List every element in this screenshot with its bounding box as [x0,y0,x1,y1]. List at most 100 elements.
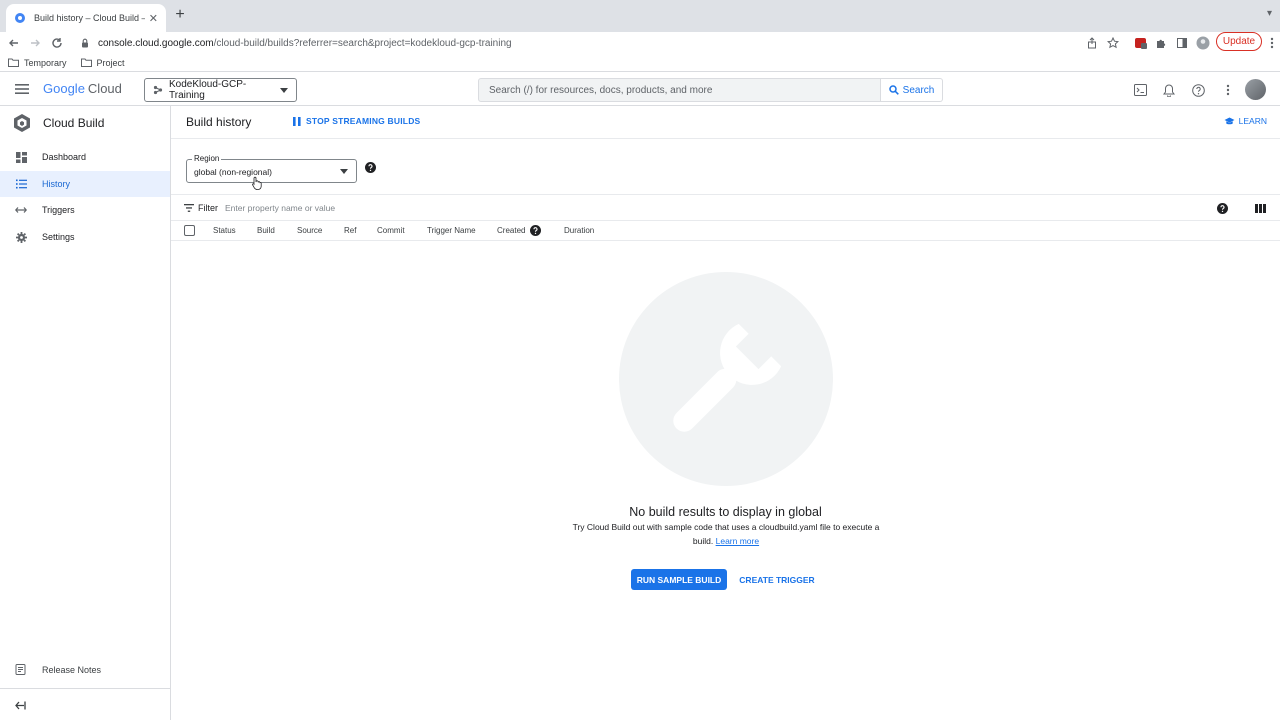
sidebar-item-label: Triggers [42,205,75,215]
reload-icon[interactable] [49,35,65,51]
share-icon[interactable] [1084,35,1100,51]
bookmark-temporary[interactable]: Temporary [8,58,67,68]
chevron-down-icon [340,169,348,174]
logo-cloud: Cloud [87,81,122,96]
nav-divider [0,688,170,689]
browser-toolbar: console.cloud.google.com/cloud-build/bui… [0,32,1280,54]
cloud-build-logo-icon [14,113,30,132]
sidebar-item-dashboard[interactable]: Dashboard [0,144,170,170]
column-display-icon[interactable] [1255,203,1266,214]
column-header-trigger-name[interactable]: Trigger Name [427,226,476,235]
update-button[interactable]: Update [1216,32,1262,51]
release-notes-label: Release Notes [42,665,102,675]
account-avatar[interactable] [1245,79,1266,100]
arrows-icon [15,204,27,216]
cloud-build-favicon [14,12,26,24]
column-header-created[interactable]: Created [497,226,525,235]
google-cloud-logo[interactable]: Google Cloud [43,81,122,96]
side-panel-icon[interactable] [1174,35,1190,51]
create-trigger-button[interactable]: CREATE TRIGGER [737,569,817,590]
learn-more-link[interactable]: Learn more [716,536,759,546]
release-notes-icon [15,664,27,676]
extension-red-icon[interactable] [1133,35,1149,51]
project-hierarchy-icon [153,85,163,95]
gear-icon [15,231,27,243]
new-tab-icon[interactable]: + [172,7,188,23]
region-select[interactable]: Region global (non-regional) [186,154,357,183]
sidebar-item-history[interactable]: History [0,171,170,197]
product-header: Cloud Build [0,106,170,139]
column-header-ref[interactable]: Ref [344,226,356,235]
tab-search-icon[interactable]: ▾ [1267,8,1272,19]
table-header: Status Build Source Ref Commit Trigger N… [171,221,1280,241]
bookmark-label: Temporary [24,57,67,68]
sidebar-item-triggers[interactable]: Triggers [0,197,170,223]
search-button-label: Search [902,84,935,96]
sidebar-item-label: Dashboard [42,152,87,162]
dashboard-icon [15,151,27,163]
run-sample-build-button[interactable]: RUN SAMPLE BUILD [631,569,727,590]
extensions-puzzle-icon[interactable] [1153,35,1169,51]
browser-tab[interactable]: Build history – Cloud Build – K ✕ [6,4,166,32]
page-title: Build history [186,115,252,129]
project-name: KodeKloud-GCP-Training [169,79,247,101]
cloud-shell-icon[interactable] [1132,82,1148,98]
search-icon [888,85,899,95]
empty-state-description: Try Cloud Build out with sample code tha… [569,521,883,548]
search-box[interactable] [478,78,881,102]
forward-icon[interactable] [27,35,43,51]
folder-icon [80,58,92,67]
select-all-checkbox[interactable] [184,225,195,236]
url-path: /cloud-build/builds?referrer=search&proj… [213,37,512,49]
url-host: console.cloud.google.com [98,37,214,49]
browser-menu-icon[interactable] [1264,35,1280,51]
help-icon[interactable] [1190,82,1206,98]
column-header-commit[interactable]: Commit [377,226,405,235]
tab-title: Build history – Cloud Build – K [34,13,145,23]
main-content: Build history STOP STREAMING BUILDS LEAR… [171,106,1280,720]
filter-input[interactable] [225,200,625,216]
column-header-duration[interactable]: Duration [564,226,594,235]
lock-icon [80,38,90,48]
bookmark-project[interactable]: Project [80,57,125,68]
filter-help-icon[interactable] [1217,203,1228,214]
page-header: Build history STOP STREAMING BUILDS LEAR… [171,106,1280,139]
search-input[interactable] [479,79,880,101]
wrench-icon [673,323,782,432]
folder-icon [8,58,19,67]
release-notes-link[interactable]: Release Notes [0,657,170,683]
more-options-icon[interactable] [1220,82,1236,98]
product-title: Cloud Build [43,115,105,130]
learn-button[interactable]: LEARN [1224,116,1267,126]
list-icon [15,178,27,190]
browser-tabstrip: Build history – Cloud Build – K ✕ + ▾ [0,0,1280,32]
back-icon[interactable] [6,35,22,51]
close-tab-icon[interactable]: ✕ [149,12,158,25]
pause-icon [293,116,301,126]
bookmark-star-icon[interactable] [1105,35,1121,51]
region-help-icon[interactable] [365,162,376,173]
column-header-source[interactable]: Source [297,226,322,235]
stop-streaming-label: STOP STREAMING BUILDS [306,116,421,126]
sidebar-item-label: Settings [42,232,75,242]
column-header-status[interactable]: Status [213,226,236,235]
column-header-build[interactable]: Build [257,226,275,235]
created-help-icon[interactable] [530,225,541,236]
logo-google: Google [43,81,85,96]
left-nav: Cloud Build Dashboard History Triggers S… [0,106,171,720]
notifications-bell-icon[interactable] [1161,82,1177,98]
filter-icon [184,204,194,212]
bookmark-label: Project [96,57,125,68]
address-bar[interactable]: console.cloud.google.com/cloud-build/bui… [76,33,1176,53]
chevron-down-icon [280,87,288,93]
sidebar-item-label: History [42,179,71,189]
profile-avatar-icon[interactable] [1195,35,1211,51]
filter-label: Filter [198,203,218,213]
filter-bar: Filter [171,194,1280,221]
stop-streaming-button[interactable]: STOP STREAMING BUILDS [293,116,420,126]
collapse-nav-icon[interactable] [15,699,27,711]
hamburger-menu-icon[interactable] [15,83,29,95]
sidebar-item-settings[interactable]: Settings [0,224,170,250]
project-picker[interactable]: KodeKloud-GCP-Training [144,78,297,102]
search-button[interactable]: Search [881,78,943,102]
